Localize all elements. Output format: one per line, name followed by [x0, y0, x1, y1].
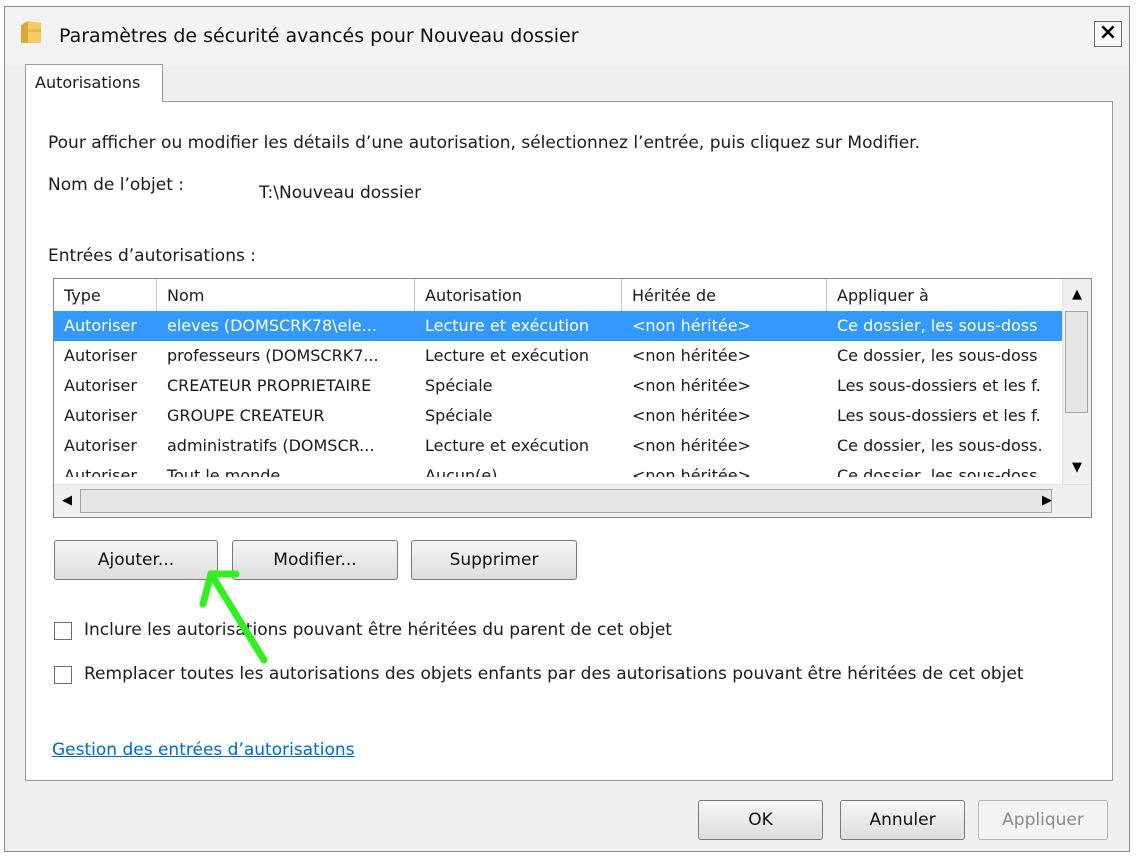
cell-inherited-from: <non héritée> [632, 316, 751, 335]
replace-children-label: Remplacer toutes les autorisations des o… [84, 664, 1024, 684]
horizontal-scroll-thumb[interactable] [80, 489, 1052, 513]
column-header-type[interactable]: Type [54, 279, 157, 311]
table-row[interactable]: Autoriser Tout le monde Aucun(e) <non hérit… [54, 461, 1062, 477]
tab-autorisations[interactable]: Autorisations [25, 64, 163, 102]
include-inheritable-checkbox[interactable] [54, 622, 72, 640]
vertical-scroll-thumb[interactable] [1065, 311, 1088, 413]
cell-name: Tout le monde [167, 466, 281, 477]
cancel-button[interactable]: Annuler [840, 800, 965, 840]
list-rows: Autoriser eleves (DOMSCRK78\ele... Lecture… [54, 311, 1062, 477]
tab-label: Autorisations [35, 73, 141, 92]
cell-type: Autoriser [64, 376, 137, 395]
apply-button[interactable]: Appliquer [978, 800, 1108, 840]
cell-inherited-from: <non héritée> [632, 466, 751, 477]
cell-inherited-from: <non héritée> [632, 346, 751, 365]
permission-entries-list[interactable]: Type Nom Autorisation Héritée de Appliqu… [53, 278, 1092, 518]
cell-inherited-from: <non héritée> [632, 376, 751, 395]
cell-type: Autoriser [64, 436, 137, 455]
object-name-label: Nom de l’objet : [48, 175, 185, 195]
table-row[interactable]: Autoriser administratifs (DOMSCR... Lectur… [54, 431, 1062, 461]
column-header-inherited-from[interactable]: Héritée de [622, 279, 827, 311]
include-inheritable-label: Inclure les autorisations pouvant être h… [84, 620, 672, 640]
cell-inherited-from: <non héritée> [632, 436, 751, 455]
cell-name: CREATEUR PROPRIETAIRE [167, 376, 372, 395]
replace-children-checkbox[interactable] [54, 666, 72, 684]
cell-applies-to: Ce dossier, les sous-doss [837, 316, 1038, 335]
scroll-up-icon[interactable]: ▲ [1064, 281, 1090, 309]
cell-name: professeurs (DOMSCRK7... [167, 346, 379, 365]
cell-permission: Aucun(e) [425, 466, 498, 477]
scroll-right-icon[interactable]: ▶ [1034, 487, 1060, 515]
table-row[interactable]: Autoriser eleves (DOMSCRK78\ele... Lecture… [54, 311, 1062, 341]
cell-name: eleves (DOMSCRK78\ele... [167, 316, 377, 335]
cell-type: Autoriser [64, 316, 137, 335]
title-bar: Paramètres de sécurité avancés pour Nouv… [5, 7, 1129, 65]
cell-type: Autoriser [64, 466, 137, 477]
cell-permission: Spéciale [425, 406, 493, 425]
entries-label: Entrées d’autorisations : [48, 246, 256, 266]
cell-permission: Lecture et exécution [425, 316, 590, 335]
add-button[interactable]: Ajouter... [54, 540, 218, 580]
table-row[interactable]: Autoriser CREATEUR PROPRIETAIRE Spéciale <n… [54, 371, 1062, 401]
cell-inherited-from: <non héritée> [632, 406, 751, 425]
folder-icon [21, 21, 41, 43]
cell-applies-to: Les sous-dossiers et les f. [837, 406, 1041, 425]
cell-permission: Lecture et exécution [425, 436, 590, 455]
cell-permission: Spéciale [425, 376, 493, 395]
vertical-scrollbar[interactable]: ▲ ▼ [1062, 279, 1091, 484]
cell-name: administratifs (DOMSCR... [167, 436, 375, 455]
cell-permission: Lecture et exécution [425, 346, 590, 365]
cell-name: GROUPE CREATEUR [167, 406, 325, 425]
column-header-name[interactable]: Nom [157, 279, 415, 311]
list-header: Type Nom Autorisation Héritée de Appliqu… [54, 279, 1062, 312]
table-row[interactable]: Autoriser professeurs (DOMSCRK7... Lecture… [54, 341, 1062, 371]
cell-applies-to: Ce dossier, les sous-doss. [837, 436, 1043, 455]
close-button[interactable]: × [1094, 21, 1122, 47]
table-row[interactable]: Autoriser GROUPE CREATEUR Spéciale <non hér… [54, 401, 1062, 431]
instructions-text: Pour afficher ou modifier les détails d’… [48, 133, 920, 153]
ok-button[interactable]: OK [698, 800, 823, 840]
cell-applies-to: Ce dossier, les sous-doss [837, 346, 1038, 365]
cell-type: Autoriser [64, 346, 137, 365]
scroll-down-icon[interactable]: ▼ [1064, 454, 1090, 482]
delete-button[interactable]: Supprimer [411, 540, 577, 580]
horizontal-scrollbar[interactable]: ◀ ▶ [54, 484, 1091, 517]
cell-type: Autoriser [64, 406, 137, 425]
modify-button[interactable]: Modifier... [232, 540, 398, 580]
column-header-permission[interactable]: Autorisation [415, 279, 622, 311]
scroll-left-icon[interactable]: ◀ [54, 487, 80, 515]
object-name-value: T:\Nouveau dossier [259, 183, 422, 203]
column-header-applies-to[interactable]: Appliquer à [827, 279, 1062, 311]
manage-entries-link[interactable]: Gestion des entrées d’autorisations [52, 740, 355, 760]
window-title: Paramètres de sécurité avancés pour Nouv… [59, 25, 579, 47]
cell-applies-to: Les sous-dossiers et les f. [837, 376, 1041, 395]
cell-applies-to: Ce dossier, les sous-doss [837, 466, 1038, 477]
